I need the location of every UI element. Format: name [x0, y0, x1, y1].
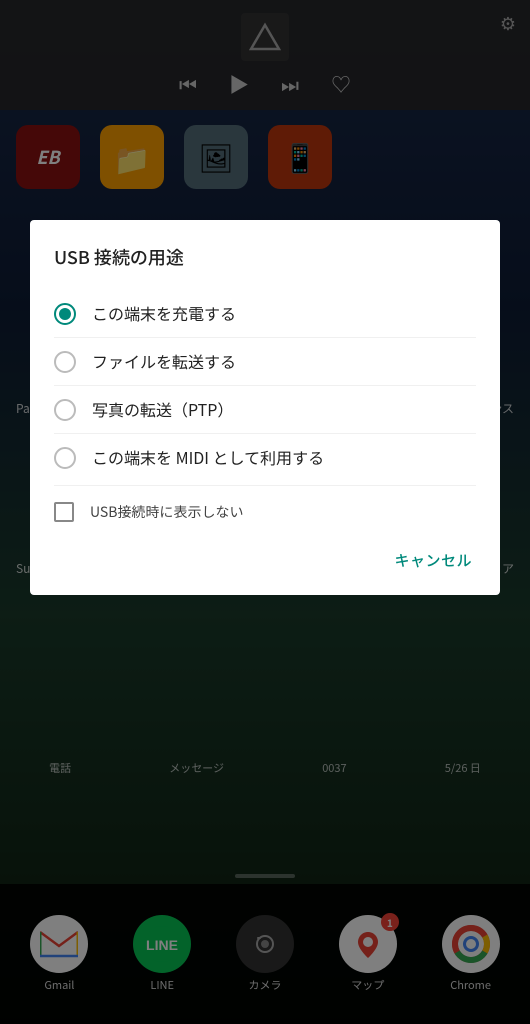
option-ptp-label: 写真の転送（PTP）: [92, 398, 233, 420]
cancel-button[interactable]: キャンセル: [390, 542, 476, 579]
option-charge-label: この端末を充電する: [92, 302, 236, 324]
usb-dialog: USB 接続の用途 この端末を充電する ファイルを転送する 写真の転送（PTP）…: [30, 220, 500, 595]
checkbox-usb-hide: [54, 502, 74, 522]
option-midi[interactable]: この端末を MIDI として利用する: [54, 433, 476, 481]
checkbox-row[interactable]: USB接続時に表示しない: [54, 485, 476, 530]
radio-charge: [54, 303, 76, 325]
radio-ptp: [54, 399, 76, 421]
radio-midi: [54, 447, 76, 469]
dialog-title: USB 接続の用途: [54, 244, 476, 270]
option-file[interactable]: ファイルを転送する: [54, 337, 476, 385]
option-ptp[interactable]: 写真の転送（PTP）: [54, 385, 476, 433]
option-file-label: ファイルを転送する: [92, 350, 236, 372]
radio-file: [54, 351, 76, 373]
option-charge[interactable]: この端末を充電する: [54, 290, 476, 337]
checkbox-label: USB接続時に表示しない: [90, 502, 243, 522]
dialog-actions: キャンセル: [54, 530, 476, 579]
option-midi-label: この端末を MIDI として利用する: [92, 446, 324, 468]
